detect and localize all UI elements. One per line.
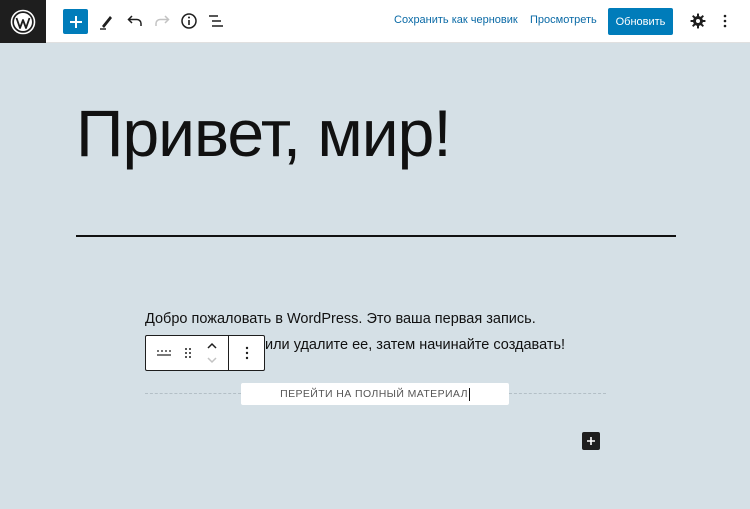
redo-icon [155,15,170,26]
undo-button[interactable] [122,8,148,34]
options-menu-button[interactable] [712,8,738,34]
editor-toolbar: Сохранить как черновик Просмотреть Обнов… [0,0,750,43]
read-more-icon [157,350,171,356]
plus-icon [587,437,595,445]
settings-button[interactable] [685,8,711,34]
block-options-button[interactable] [236,336,258,370]
drag-handle[interactable] [178,336,198,370]
redo-button[interactable] [149,8,175,34]
gear-icon [690,13,706,29]
drag-handle-icon [185,348,191,358]
block-inserter-button[interactable] [582,432,600,450]
tools-button[interactable] [94,8,120,34]
save-draft-button[interactable]: Сохранить как черновик [394,14,518,26]
plus-icon [69,15,82,28]
chevron-up-icon [207,342,217,349]
wordpress-logo-icon [10,9,36,34]
info-icon [181,13,197,29]
read-more-block[interactable]: ПЕРЕЙТИ НА ПОЛНЫЙ МАТЕРИАЛ [241,383,509,405]
kebab-menu-icon [723,14,727,28]
read-more-text[interactable]: ПЕРЕЙТИ НА ПОЛНЫЙ МАТЕРИАЛ [280,388,468,400]
post-title[interactable]: Привет, мир! [76,100,452,166]
list-view-button[interactable] [203,8,229,34]
separator-block[interactable] [76,235,676,237]
preview-button[interactable]: Просмотреть [530,14,597,26]
details-button[interactable] [176,8,202,34]
move-up-button[interactable] [202,339,222,353]
kebab-menu-icon [245,346,249,360]
pencil-icon [100,16,112,30]
toolbar-divider [228,336,229,370]
block-toolbar [145,335,265,371]
move-down-button[interactable] [202,353,222,367]
more-divider-right [509,393,606,394]
paragraph-line-1[interactable]: Добро пожаловать в WordPress. Это ваша п… [145,312,536,327]
undo-icon [127,15,142,26]
block-type-button[interactable] [152,336,176,370]
paragraph-line-2[interactable]: или удалите ее, затем начинайте создават… [265,338,565,353]
add-block-button[interactable] [63,9,88,34]
list-view-icon [209,15,223,27]
chevron-down-icon [207,357,217,364]
wordpress-logo-button[interactable] [0,0,46,43]
update-button[interactable]: Обновить [608,8,673,35]
more-divider-left [145,393,241,394]
text-cursor [468,387,470,401]
